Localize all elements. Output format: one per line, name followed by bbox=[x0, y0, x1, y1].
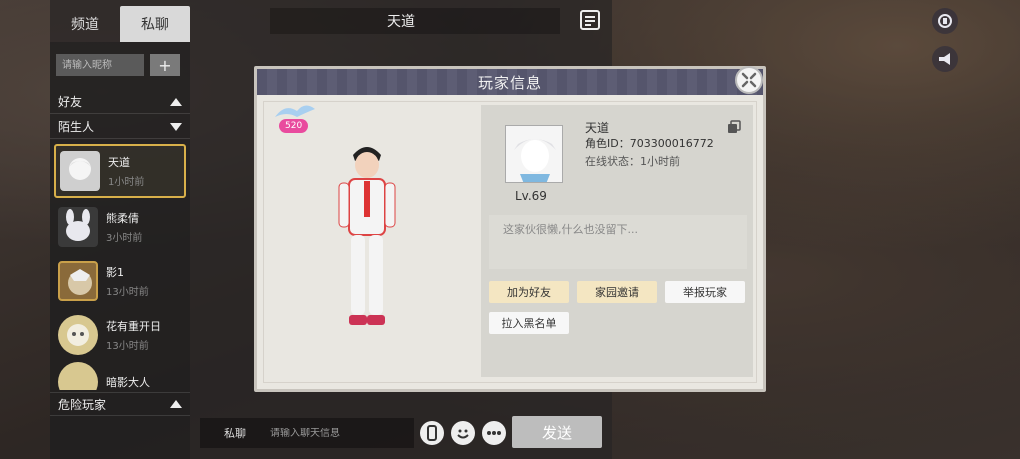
search-row: + bbox=[56, 54, 180, 76]
player-info-card: Lv.69 天道 角色ID：703300016772 在线状态：1小时前 这家伙… bbox=[481, 105, 753, 377]
voice-icon[interactable] bbox=[420, 421, 444, 445]
contact-item[interactable]: 花有重开日 13小时前 bbox=[54, 308, 186, 362]
player-character-model bbox=[327, 141, 407, 341]
player-online-status: 在线状态：1小时前 bbox=[585, 155, 680, 168]
avatar bbox=[58, 362, 98, 390]
list-menu-icon[interactable] bbox=[580, 10, 600, 30]
danger-section-label: 危险玩家 bbox=[58, 397, 107, 412]
avatar bbox=[58, 315, 98, 355]
avatar bbox=[58, 207, 98, 247]
avatar bbox=[58, 261, 98, 301]
add-contact-button[interactable]: + bbox=[150, 54, 180, 76]
signature-box: 这家伙很懒,什么也没留下... bbox=[489, 215, 747, 269]
chat-tabs: 频道 私聊 bbox=[50, 6, 190, 42]
chat-header: 天道 bbox=[190, 6, 612, 36]
player-info-dialog: 玩家信息 520 Lv.69 天道 角色ID：703300016772 在线状态… bbox=[254, 66, 766, 392]
badge-number: 520 bbox=[279, 119, 309, 133]
copy-icon[interactable] bbox=[727, 119, 741, 133]
contact-name: 花有重开日 bbox=[106, 320, 161, 333]
blacklist-button[interactable]: 拉入黑名单 bbox=[489, 312, 569, 334]
contact-item[interactable]: 暗影大人 bbox=[54, 362, 186, 390]
chat-mode-label: 私聊 bbox=[224, 427, 246, 440]
strangers-section-label: 陌生人 bbox=[58, 120, 95, 134]
nickname-search-input[interactable] bbox=[56, 54, 144, 76]
megaphone-icon[interactable] bbox=[932, 46, 958, 72]
strangers-section[interactable]: 陌生人 bbox=[50, 115, 190, 139]
add-friend-button[interactable]: 加为好友 bbox=[489, 281, 569, 303]
settings-circle-icon[interactable] bbox=[932, 8, 958, 34]
dialog-title: 玩家信息 bbox=[477, 73, 542, 92]
contact-item[interactable]: 熊柔倩 3小时前 bbox=[54, 200, 186, 254]
danger-players-section[interactable]: 危险玩家 bbox=[50, 392, 190, 416]
player-signature: 这家伙很懒,什么也没留下... bbox=[503, 223, 638, 236]
contact-item[interactable]: 天道 1小时前 bbox=[54, 144, 186, 198]
home-invite-button[interactable]: 家园邀请 bbox=[577, 281, 657, 303]
avatar bbox=[60, 151, 100, 191]
contacts-sidebar: + 好友 陌生人 天道 1小时前 熊柔倩 3小时前 bbox=[50, 42, 190, 459]
close-icon bbox=[741, 72, 757, 88]
contact-name: 暗影大人 bbox=[106, 376, 150, 389]
emoji-icon[interactable] bbox=[451, 421, 475, 445]
player-id: 角色ID：703300016772 bbox=[585, 137, 714, 150]
send-button[interactable]: 发送 bbox=[512, 416, 602, 448]
chat-message-input[interactable] bbox=[270, 427, 400, 439]
contact-time: 13小时前 bbox=[106, 287, 149, 298]
more-options-icon[interactable] bbox=[482, 421, 506, 445]
tab-private-chat[interactable]: 私聊 bbox=[120, 6, 190, 42]
contact-name: 天道 bbox=[108, 156, 130, 169]
chat-input-bar: 私聊 bbox=[200, 418, 414, 448]
dialog-header: 玩家信息 bbox=[257, 69, 763, 95]
header-title-background bbox=[270, 8, 560, 34]
report-player-button[interactable]: 举报玩家 bbox=[665, 281, 745, 303]
player-name: 天道 bbox=[585, 121, 610, 135]
expand-down-icon bbox=[170, 122, 182, 131]
player-avatar bbox=[505, 125, 563, 183]
contact-name: 影1 bbox=[106, 266, 124, 279]
contact-time: 3小时前 bbox=[106, 233, 143, 244]
tab-channel[interactable]: 频道 bbox=[50, 6, 120, 42]
contact-name: 熊柔倩 bbox=[106, 212, 139, 225]
collapse-up-icon bbox=[170, 400, 182, 408]
contact-time: 13小时前 bbox=[106, 341, 149, 352]
contact-time: 1小时前 bbox=[108, 177, 145, 188]
friends-section[interactable]: 好友 bbox=[50, 90, 190, 114]
player-level: Lv.69 bbox=[515, 189, 547, 203]
close-dialog-button[interactable] bbox=[735, 66, 763, 94]
chat-header-title: 天道 bbox=[387, 14, 415, 30]
collapse-up-icon bbox=[170, 97, 182, 106]
contact-item[interactable]: 影1 13小时前 bbox=[54, 254, 186, 308]
friends-section-label: 好友 bbox=[58, 95, 83, 109]
